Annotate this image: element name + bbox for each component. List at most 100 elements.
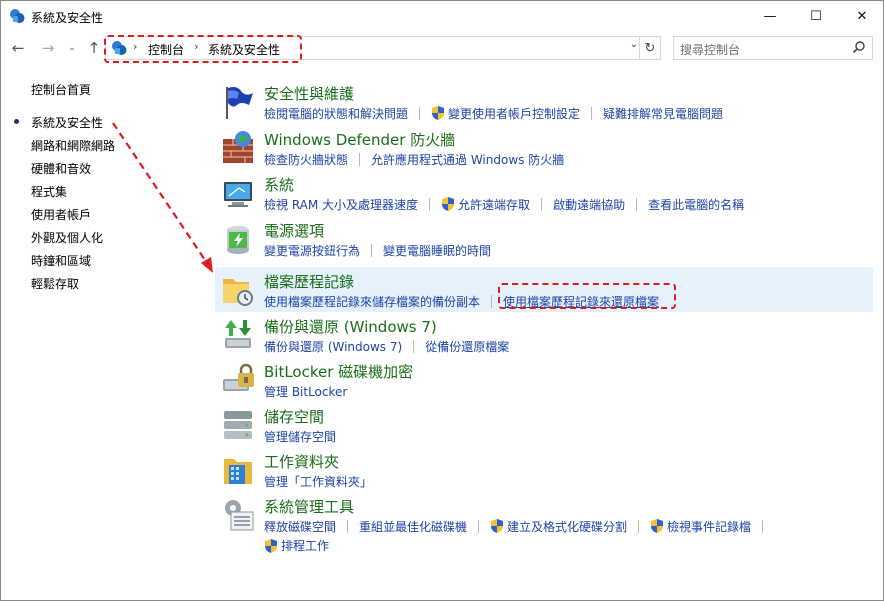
task-link[interactable]: 允許遠端存取 xyxy=(458,196,530,213)
task-link[interactable]: 疑難排解常見電腦問題 xyxy=(603,105,723,122)
uac-shield-icon xyxy=(442,197,455,211)
category-links: 管理 BitLocker xyxy=(264,382,347,400)
task-link[interactable]: 變更電源按鈕行為 xyxy=(264,242,360,259)
category-title[interactable]: 檔案歷程記錄 xyxy=(264,271,354,292)
category-links: 釋放磁碟空間 重組並最佳化磁碟機 建立及格式化硬碟分割 檢視事件記錄檔 xyxy=(264,517,774,535)
annotation-breadcrumb-highlight xyxy=(104,35,302,63)
category-title[interactable]: 電源選項 xyxy=(264,220,324,241)
firewall-icon[interactable] xyxy=(219,129,257,167)
refresh-button[interactable]: ↻ xyxy=(639,37,660,59)
link-separator xyxy=(359,152,361,166)
task-link[interactable]: 檢閱電腦的狀態和解決問題 xyxy=(264,105,408,122)
control-panel-window: 系統及安全性 — ☐ ✕ ← → ⌄ ↑ › 控制台 › 系統及安全性 ⌄ ↻ … xyxy=(0,0,884,601)
category-storage-spaces: 儲存空間 管理儲存空間 xyxy=(215,402,873,447)
forward-button[interactable]: → xyxy=(39,38,57,58)
backup-icon[interactable] xyxy=(219,316,257,354)
power-icon[interactable] xyxy=(219,220,257,258)
task-link[interactable]: 排程工作 xyxy=(281,537,329,554)
address-dropdown-icon[interactable]: ⌄ xyxy=(630,39,638,50)
task-link[interactable]: 建立及格式化硬碟分割 xyxy=(507,518,627,535)
sidebar-item-appearance[interactable]: 外觀及個人化 xyxy=(31,229,103,246)
link-separator xyxy=(591,106,593,120)
recent-locations-button[interactable]: ⌄ xyxy=(63,38,81,58)
task-link[interactable]: 檢視 RAM 大小及處理器速度 xyxy=(264,196,418,213)
window-title: 系統及安全性 xyxy=(31,11,104,25)
category-links: 管理「工作資料夾」 xyxy=(264,472,372,490)
flag-icon[interactable] xyxy=(219,83,257,121)
task-link[interactable]: 管理儲存空間 xyxy=(264,428,336,445)
category-firewall: Windows Defender 防火牆 檢查防火牆狀態 允許應用程式通過 Wi… xyxy=(215,125,873,170)
system-icon[interactable] xyxy=(219,174,257,212)
category-system: 系統 檢視 RAM 大小及處理器速度 允許遠端存取 啟動遠端協助 查看此電腦的名… xyxy=(215,170,873,215)
category-links: 備份與還原 (Windows 7) 從備份還原檔案 xyxy=(264,337,509,355)
back-button[interactable]: ← xyxy=(9,38,27,58)
search-box[interactable]: 搜尋控制台 xyxy=(673,36,873,60)
sidebar-item-programs[interactable]: 程式集 xyxy=(31,183,67,200)
sidebar-item-clock-region[interactable]: 時鐘和區域 xyxy=(31,252,91,269)
category-title[interactable]: 備份與還原 (Windows 7) xyxy=(264,316,437,337)
task-link[interactable]: 管理「工作資料夾」 xyxy=(264,473,372,490)
navigation-bar: ← → ⌄ ↑ › 控制台 › 系統及安全性 ⌄ ↻ 搜尋控制台 xyxy=(1,34,883,63)
link-separator xyxy=(347,519,349,533)
sidebar-item-system-security[interactable]: 系統及安全性 xyxy=(31,114,103,131)
category-title[interactable]: 系統管理工具 xyxy=(264,496,354,517)
uac-shield-icon xyxy=(432,106,445,120)
minimize-button[interactable]: — xyxy=(747,1,793,31)
category-title[interactable]: BitLocker 磁碟機加密 xyxy=(264,361,413,382)
up-button[interactable]: ↑ xyxy=(85,38,103,58)
category-title[interactable]: Windows Defender 防火牆 xyxy=(264,129,455,150)
category-links: 變更電源按鈕行為 變更電腦睡眠的時間 xyxy=(264,241,491,259)
sidebar-item-network[interactable]: 網路和網際網路 xyxy=(31,137,115,154)
category-admin-tools: 系統管理工具 釋放磁碟空間 重組並最佳化磁碟機 建立及格式化硬碟分割 檢視事件記… xyxy=(215,492,873,554)
active-bullet-icon xyxy=(14,119,19,124)
work-folders-icon[interactable] xyxy=(219,451,257,489)
link-separator xyxy=(638,519,640,533)
sidebar-item-home[interactable]: 控制台首頁 xyxy=(31,81,91,98)
category-links: 檢視 RAM 大小及處理器速度 允許遠端存取 啟動遠端協助 查看此電腦的名稱 xyxy=(264,195,744,213)
task-link[interactable]: 允許應用程式通過 Windows 防火牆 xyxy=(371,151,564,168)
uac-shield-icon xyxy=(651,519,664,533)
task-link[interactable]: 從備份還原檔案 xyxy=(425,338,509,355)
maximize-button[interactable]: ☐ xyxy=(793,1,839,31)
task-link[interactable]: 變更使用者帳戶控制設定 xyxy=(448,105,580,122)
sidebar-item-hardware[interactable]: 硬體和音效 xyxy=(31,160,91,177)
category-links: 管理儲存空間 xyxy=(264,427,336,445)
task-link[interactable]: 管理 BitLocker xyxy=(264,383,347,400)
storage-spaces-icon[interactable] xyxy=(219,406,257,444)
link-separator xyxy=(541,197,543,211)
link-separator xyxy=(491,294,493,308)
link-separator xyxy=(478,519,480,533)
category-power: 電源選項 變更電源按鈕行為 變更電腦睡眠的時間 xyxy=(215,216,873,261)
admin-tools-icon[interactable] xyxy=(219,496,257,534)
category-work-folders: 工作資料夾 管理「工作資料夾」 xyxy=(215,447,873,492)
task-link[interactable]: 啟動遠端協助 xyxy=(553,196,625,213)
category-title[interactable]: 工作資料夾 xyxy=(264,451,339,472)
category-title[interactable]: 系統 xyxy=(264,174,294,195)
task-link[interactable]: 查看此電腦的名稱 xyxy=(648,196,744,213)
task-link[interactable]: 釋放磁碟空間 xyxy=(264,518,336,535)
uac-shield-icon xyxy=(491,519,504,533)
annotation-restore-highlight xyxy=(498,283,676,309)
category-links: 檢閱電腦的狀態和解決問題 變更使用者帳戶控制設定 疑難排解常見電腦問題 xyxy=(264,104,723,122)
sidebar-item-user-accounts[interactable]: 使用者帳戶 xyxy=(31,206,91,223)
search-icon[interactable] xyxy=(852,40,866,54)
task-link[interactable]: 備份與還原 (Windows 7) xyxy=(264,338,402,355)
link-separator xyxy=(371,243,373,257)
uac-shield-icon xyxy=(265,538,277,553)
close-button[interactable]: ✕ xyxy=(839,1,883,31)
task-link[interactable]: 重組並最佳化磁碟機 xyxy=(359,518,467,535)
category-title[interactable]: 儲存空間 xyxy=(264,406,324,427)
sidebar-item-ease-of-access[interactable]: 輕鬆存取 xyxy=(31,275,79,292)
link-separator xyxy=(429,197,431,211)
task-link[interactable]: 檢查防火牆狀態 xyxy=(264,151,348,168)
category-title[interactable]: 安全性與維護 xyxy=(264,83,354,104)
task-link[interactable]: 變更電腦睡眠的時間 xyxy=(383,242,491,259)
title-bar: 系統及安全性 — ☐ ✕ xyxy=(1,1,883,31)
category-backup-restore: 備份與還原 (Windows 7) 備份與還原 (Windows 7) 從備份還… xyxy=(215,312,873,357)
task-link[interactable]: 檢視事件記錄檔 xyxy=(667,518,751,535)
file-history-icon[interactable] xyxy=(219,271,257,309)
control-panel-icon xyxy=(10,9,25,23)
search-placeholder[interactable]: 搜尋控制台 xyxy=(680,41,740,58)
bitlocker-icon[interactable] xyxy=(219,361,257,399)
task-link[interactable]: 使用檔案歷程記錄來儲存檔案的備份副本 xyxy=(264,293,480,310)
